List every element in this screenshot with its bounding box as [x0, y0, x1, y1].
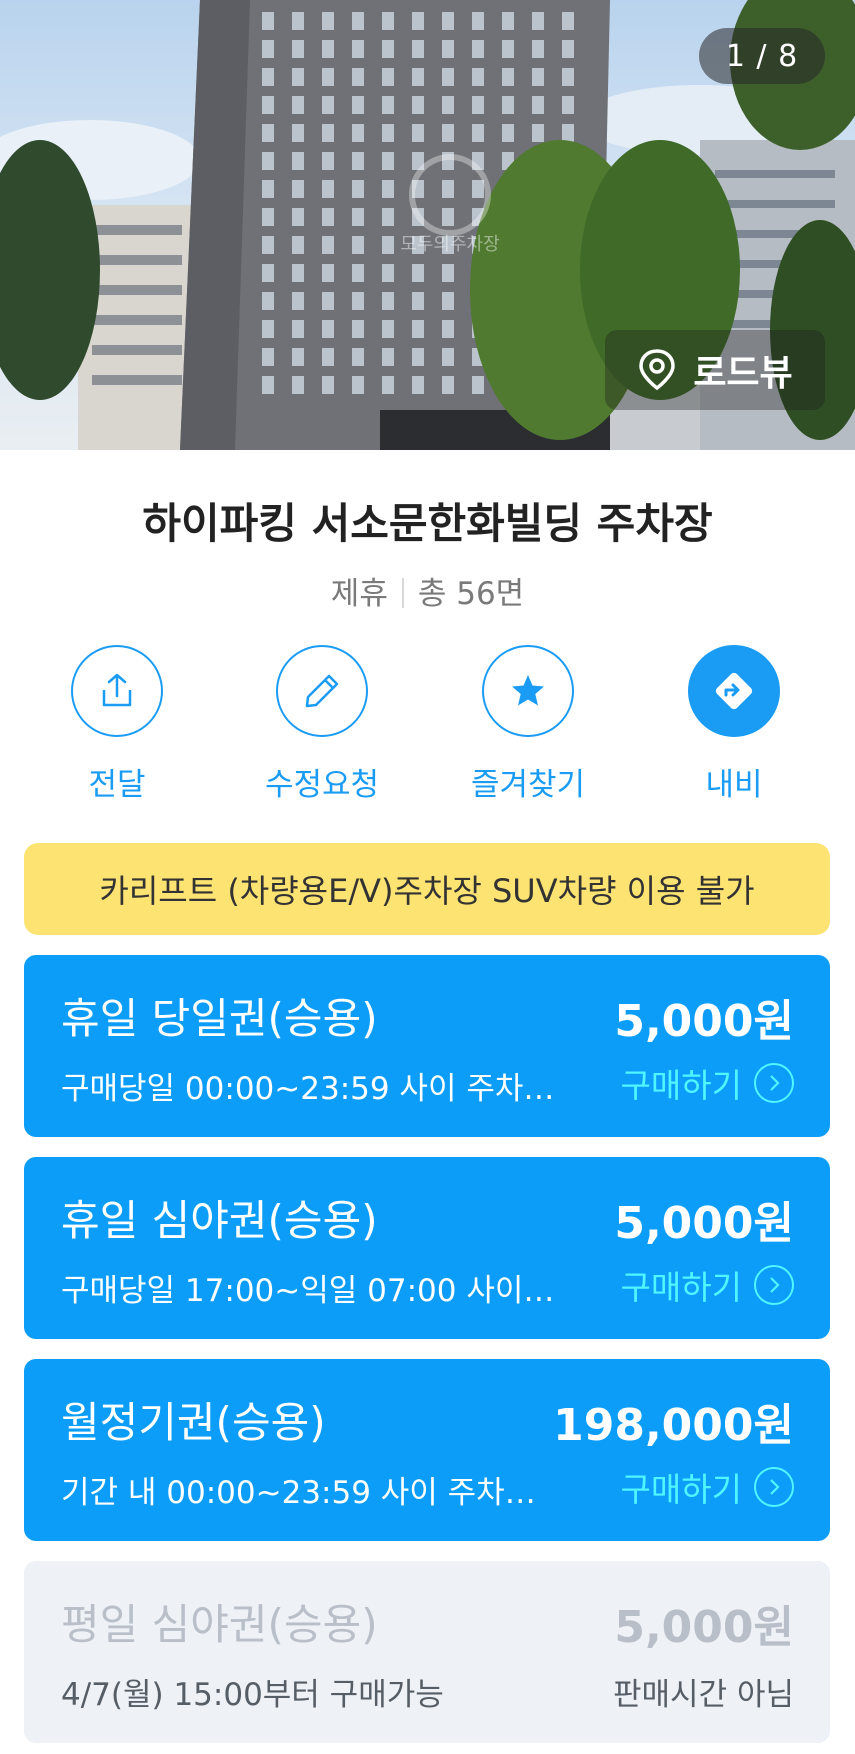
navigation-circle — [688, 645, 780, 737]
ticket-price: 5,000원 — [614, 1198, 794, 1249]
share-button[interactable]: 전달 — [27, 645, 207, 804]
ticket-description: 구매당일 17:00~익일 07:00 사이… — [61, 1273, 555, 1309]
notice-banner: 카리프트 (차량용E/V)주차장 SUV차량 이용 불가 — [24, 843, 830, 935]
ticket-description: 구매당일 00:00~23:59 사이 주차… — [61, 1071, 555, 1107]
share-circle — [71, 645, 163, 737]
hero-photo[interactable]: 모두의주차장 1 / 8 로드뷰 — [0, 0, 855, 450]
buy-label: 구매하기 — [620, 1470, 742, 1509]
star-icon — [512, 675, 544, 706]
edit-request-label: 수정요청 — [264, 767, 380, 803]
pencil-icon — [305, 674, 339, 708]
action-bar: 전달 수정요청 즐겨찾기 내비 — [0, 645, 855, 805]
ticket-description: 4/7(월) 15:00부터 구매가능 — [61, 1677, 444, 1713]
share-icon — [102, 673, 132, 707]
lot-meta: 제휴 총 56면 — [0, 568, 855, 613]
navigation-icon — [715, 672, 753, 710]
lot-type: 제휴 — [330, 576, 388, 612]
ticket-name: 휴일 심야권(승용) — [61, 1196, 378, 1245]
edit-request-button[interactable]: 수정요청 — [232, 645, 412, 804]
divider — [401, 578, 404, 608]
buy-button[interactable]: 구매하기 — [621, 1261, 794, 1309]
ticket-card[interactable]: 휴일 당일권(승용) 5,000원 구매당일 00:00~23:59 사이 주차… — [24, 955, 830, 1137]
ticket-description: 기간 내 00:00~23:59 사이 주차… — [61, 1475, 536, 1511]
roadview-label: 로드뷰 — [693, 353, 793, 394]
chevron-right-icon — [754, 1265, 794, 1305]
parking-lot-name: 하이파킹 서소문한화빌딩 주차장 — [142, 499, 713, 548]
navigation-button[interactable]: 내비 — [644, 645, 824, 804]
edit-circle — [276, 645, 368, 737]
buy-button[interactable]: 구매하기 — [621, 1059, 794, 1107]
location-pin-icon — [639, 349, 676, 391]
sale-status: 판매시간 아님 — [613, 1677, 794, 1713]
buy-button[interactable]: 구매하기 — [621, 1463, 794, 1511]
watermark-text: 모두의주차장 — [400, 234, 499, 255]
ticket-card-disabled: 평일 심야권(승용) 5,000원 4/7(월) 15:00부터 구매가능 판매… — [24, 1561, 830, 1743]
chevron-right-icon — [754, 1467, 794, 1507]
ticket-card[interactable]: 휴일 심야권(승용) 5,000원 구매당일 17:00~익일 07:00 사이… — [24, 1157, 830, 1339]
buy-label: 구매하기 — [620, 1268, 742, 1307]
ticket-price: 5,000원 — [614, 996, 794, 1047]
favorite-button[interactable]: 즐겨찾기 — [438, 645, 618, 804]
photo-counter: 1 / 8 — [699, 28, 825, 84]
ticket-price: 5,000원 — [614, 1602, 794, 1653]
buy-label: 구매하기 — [620, 1066, 742, 1105]
ticket-card[interactable]: 월정기권(승용) 198,000원 기간 내 00:00~23:59 사이 주차… — [24, 1359, 830, 1541]
ticket-name: 평일 심야권(승용) — [61, 1600, 378, 1649]
chevron-right-icon — [754, 1063, 794, 1103]
share-label: 전달 — [88, 767, 146, 803]
roadview-button[interactable]: 로드뷰 — [605, 330, 825, 410]
favorite-label: 즐겨찾기 — [470, 767, 586, 803]
ticket-name: 월정기권(승용) — [61, 1398, 326, 1447]
ticket-price: 198,000원 — [553, 1400, 794, 1451]
ticket-name: 휴일 당일권(승용) — [61, 994, 378, 1043]
favorite-circle — [482, 645, 574, 737]
navigation-label: 내비 — [705, 767, 763, 803]
lot-spaces: 총 56면 — [417, 576, 525, 612]
